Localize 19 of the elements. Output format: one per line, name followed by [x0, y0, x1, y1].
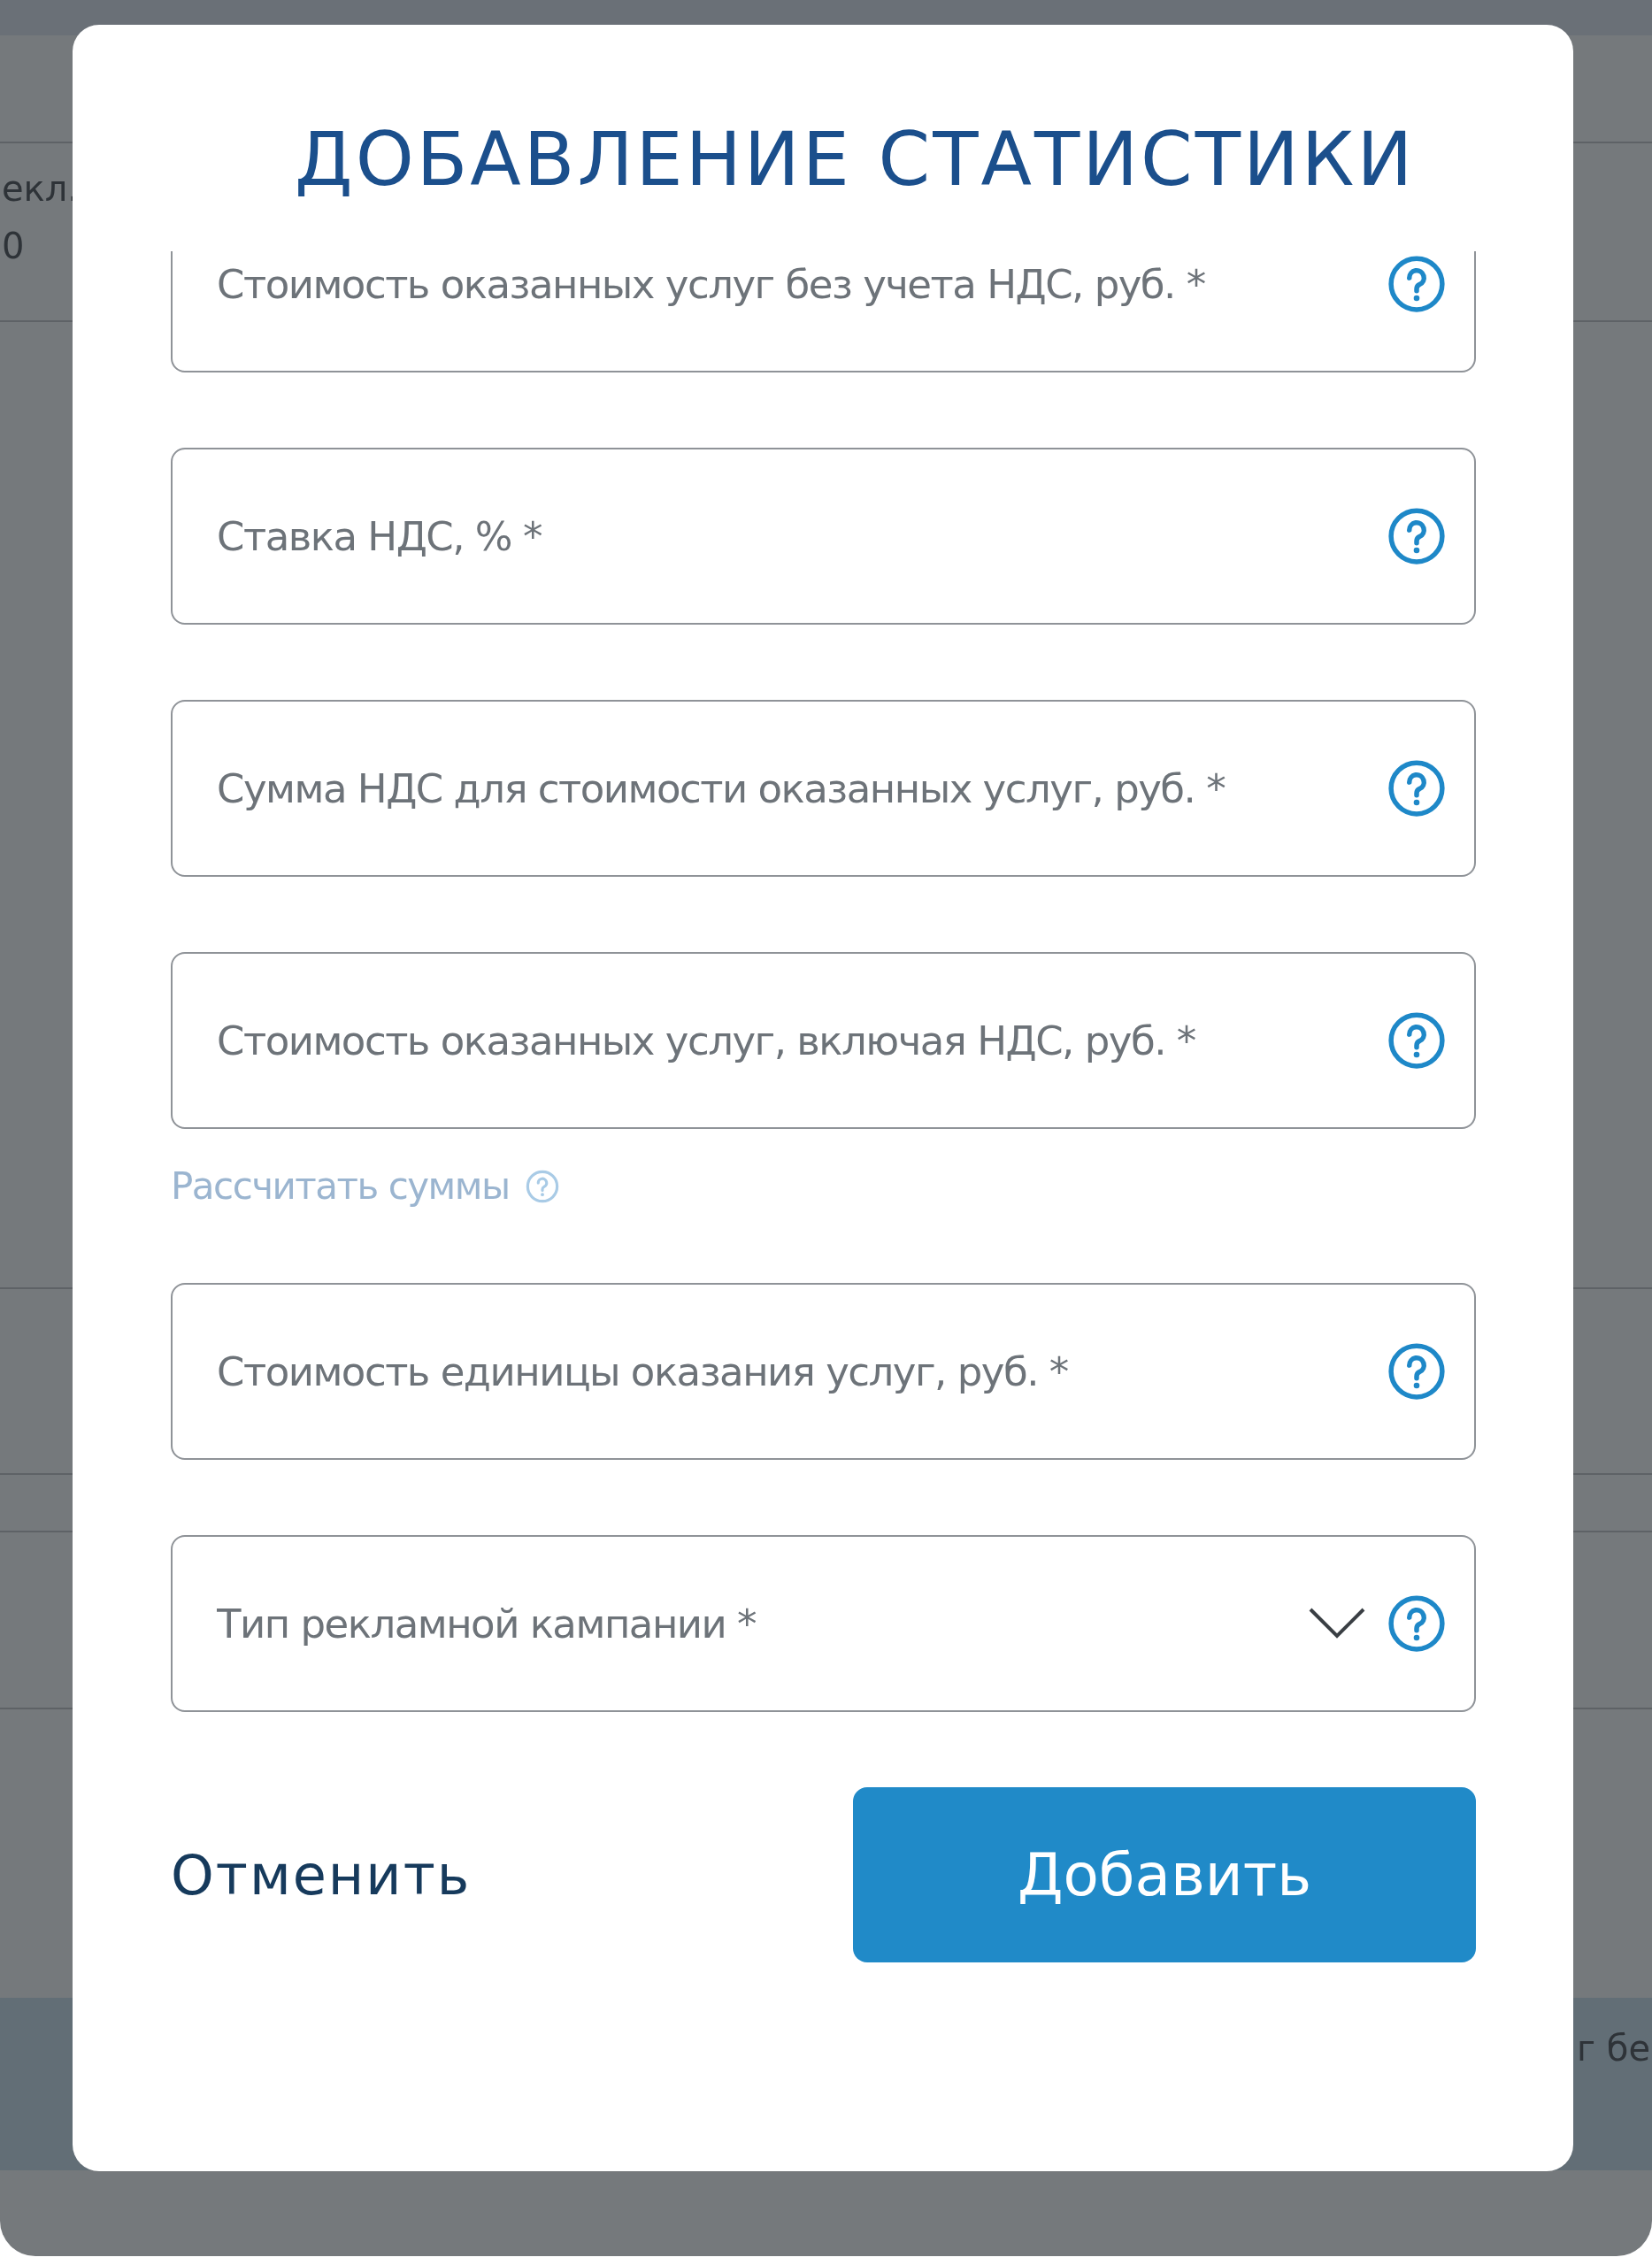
column-header: екл. [2, 168, 80, 209]
table-cell: г бе [1577, 2028, 1650, 2069]
help-icon[interactable] [1387, 1342, 1446, 1401]
help-icon[interactable] [1387, 1011, 1446, 1070]
help-icon[interactable] [1387, 255, 1446, 313]
help-icon[interactable] [1387, 507, 1446, 565]
input-field[interactable]: Ставка НДС, % * [171, 448, 1476, 625]
input-field[interactable]: Стоимость единицы оказания услуг, руб. * [171, 1283, 1476, 1460]
help-icon[interactable] [1387, 1594, 1446, 1653]
input-field[interactable]: Стоимость оказанных услуг без учета НДС, руб. * [171, 251, 1476, 372]
help-icon[interactable] [1387, 759, 1446, 818]
input-field[interactable]: Сумма НДС для стоимости оказанных услуг, руб. * [171, 700, 1476, 877]
calculate-link[interactable]: Рассчитать суммы [171, 1164, 559, 1208]
table-cell: 0 [2, 226, 25, 266]
input-field[interactable]: Стоимость оказанных услуг, включая НДС, руб. * [171, 952, 1476, 1129]
select-field[interactable]: Тип рекламной кампании * [171, 1535, 1476, 1712]
dialog-title: ДОБАВЛЕНИЕ СТАТИСТИКИ [295, 122, 1417, 196]
add-button[interactable]: Добавить [853, 1787, 1476, 1962]
cancel-button[interactable]: Отменить [171, 1842, 472, 1908]
